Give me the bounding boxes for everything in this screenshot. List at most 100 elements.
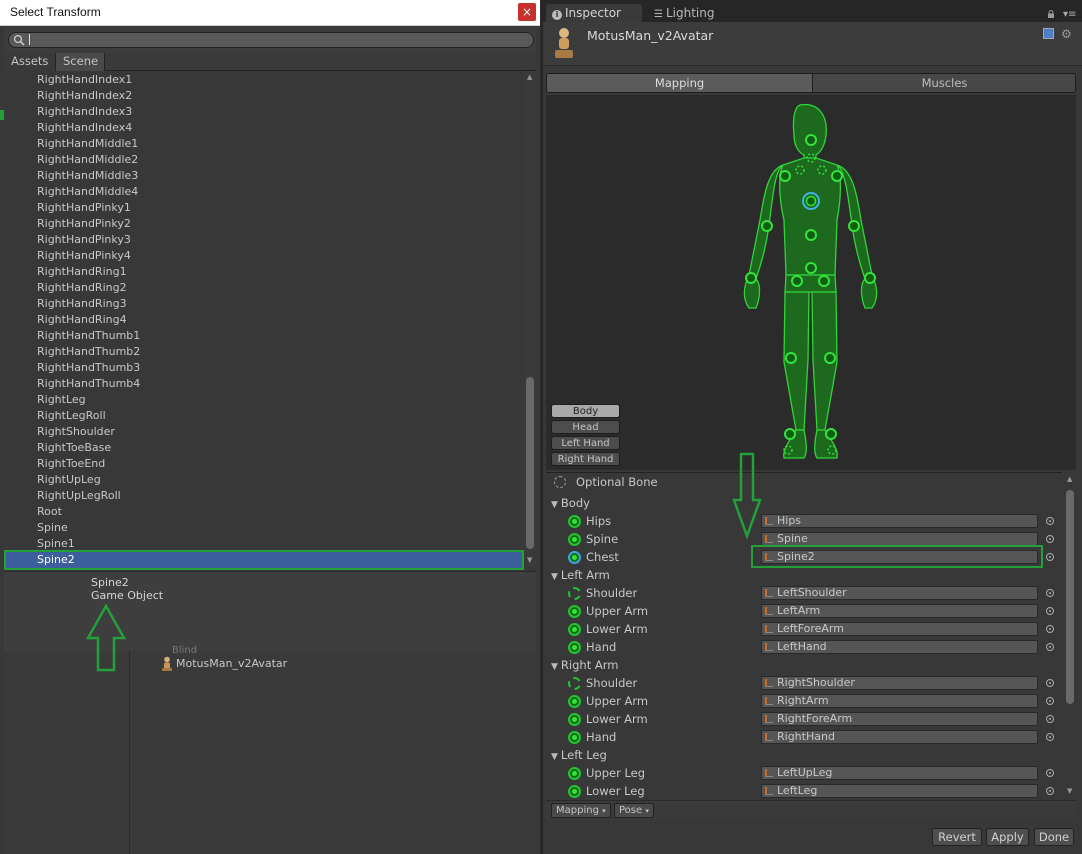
list-item[interactable]: RightHandIndex1 <box>4 72 524 88</box>
bone-status-icon[interactable] <box>568 533 581 546</box>
list-item[interactable]: RightHandMiddle1 <box>4 136 524 152</box>
object-picker-icon[interactable] <box>1046 679 1054 687</box>
bone-transform-field[interactable]: RightShoulder <box>761 676 1038 690</box>
pose-dropdown[interactable]: Pose ▾ <box>614 803 654 818</box>
bone-transform-field[interactable]: LeftLeg <box>761 784 1038 798</box>
bone-transform-field[interactable]: LeftHand <box>761 640 1038 654</box>
expand-triangle-icon[interactable]: ▼ <box>551 749 558 765</box>
object-picker-icon[interactable] <box>1046 733 1054 741</box>
bone-transform-field[interactable]: Spine <box>761 532 1038 546</box>
tab-inspector[interactable]: i Inspector <box>546 4 642 22</box>
tab-assets[interactable]: Assets <box>4 53 56 71</box>
bone-status-icon[interactable] <box>568 731 581 744</box>
view-head-button[interactable]: Head <box>551 420 620 434</box>
bone-status-icon[interactable] <box>568 587 581 600</box>
scroll-up-icon[interactable]: ▲ <box>527 74 533 81</box>
list-item[interactable]: RightHandMiddle3 <box>4 168 524 184</box>
search-input[interactable] <box>8 32 534 48</box>
scroll-down-icon[interactable]: ▼ <box>527 557 533 564</box>
list-item[interactable]: RightHandPinky1 <box>4 200 524 216</box>
section-header[interactable]: ▼ Body <box>551 495 590 511</box>
object-picker-icon[interactable] <box>1046 535 1054 543</box>
object-picker-icon[interactable] <box>1046 517 1054 525</box>
list-item[interactable]: RightToeEnd <box>4 456 524 472</box>
list-item[interactable]: RightLegRoll <box>4 408 524 424</box>
list-item[interactable]: RightHandIndex2 <box>4 88 524 104</box>
object-picker-icon[interactable] <box>1046 589 1054 597</box>
mapping-dropdown[interactable]: Mapping ▾ <box>551 803 611 818</box>
list-item[interactable]: RightHandPinky2 <box>4 216 524 232</box>
list-item[interactable]: RightHandIndex3 <box>4 104 524 120</box>
bone-status-icon[interactable] <box>568 767 581 780</box>
avatar-asset-label[interactable]: MotusMan_v2Avatar <box>176 657 287 670</box>
object-picker-icon[interactable] <box>1046 697 1054 705</box>
lock-icon[interactable] <box>1047 10 1055 18</box>
revert-button[interactable]: Revert <box>932 828 982 846</box>
segment-mapping[interactable]: Mapping <box>547 74 812 92</box>
list-scrollbar[interactable]: ▲ ▼ <box>524 71 536 567</box>
object-picker-icon[interactable] <box>1046 643 1054 651</box>
list-item[interactable]: RightHandThumb4 <box>4 376 524 392</box>
bone-transform-field[interactable]: LeftUpLeg <box>761 766 1038 780</box>
section-header[interactable]: ▼ Left Leg <box>551 747 607 763</box>
list-item[interactable]: RightHandPinky4 <box>4 248 524 264</box>
list-item[interactable]: RightHandThumb3 <box>4 360 524 376</box>
tab-lighting[interactable]: ☰ Lighting <box>648 4 720 22</box>
expand-triangle-icon[interactable]: ▼ <box>551 497 558 513</box>
list-item[interactable]: RightHandThumb1 <box>4 328 524 344</box>
list-item[interactable]: Root <box>4 504 524 520</box>
list-item[interactable]: RightHandThumb2 <box>4 344 524 360</box>
bone-status-icon[interactable] <box>568 641 581 654</box>
list-item[interactable]: RightHandPinky3 <box>4 232 524 248</box>
list-item[interactable]: RightHandRing2 <box>4 280 524 296</box>
view-body-button[interactable]: Body <box>551 404 620 418</box>
expand-triangle-icon[interactable]: ▼ <box>551 569 558 585</box>
list-item-selected[interactable]: Spine2 <box>4 550 524 570</box>
object-picker-icon[interactable] <box>1046 715 1054 723</box>
bone-status-icon[interactable] <box>568 695 581 708</box>
tab-scene[interactable]: Scene <box>55 53 105 71</box>
bone-transform-field[interactable]: RightForeArm <box>761 712 1038 726</box>
bone-transform-field[interactable]: LeftShoulder <box>761 586 1038 600</box>
bone-transform-field[interactable]: LeftForeArm <box>761 622 1038 636</box>
section-header[interactable]: ▼ Right Arm <box>551 657 618 673</box>
bone-status-icon[interactable] <box>568 605 581 618</box>
list-item[interactable]: Spine <box>4 520 524 536</box>
expand-triangle-icon[interactable]: ▼ <box>551 659 558 675</box>
list-item[interactable]: RightHandMiddle4 <box>4 184 524 200</box>
list-item[interactable]: RightUpLegRoll <box>4 488 524 504</box>
bone-status-icon[interactable] <box>568 713 581 726</box>
object-picker-icon[interactable] <box>1046 607 1054 615</box>
bone-transform-field[interactable]: Hips <box>761 514 1038 528</box>
list-item[interactable]: RightHandRing4 <box>4 312 524 328</box>
object-picker-icon[interactable] <box>1046 625 1054 633</box>
list-item[interactable]: RightToeBase <box>4 440 524 456</box>
list-item[interactable]: RightLeg <box>4 392 524 408</box>
bone-transform-field[interactable]: LeftArm <box>761 604 1038 618</box>
list-item[interactable]: RightHandRing1 <box>4 264 524 280</box>
help-book-icon[interactable] <box>1043 28 1054 39</box>
object-picker-icon[interactable] <box>1046 787 1054 795</box>
mapping-scroll-down-icon[interactable]: ▼ <box>1067 788 1073 795</box>
section-header[interactable]: ▼ Left Arm <box>551 567 610 583</box>
bone-transform-field[interactable]: RightArm <box>761 694 1038 708</box>
list-item[interactable]: RightHandRing3 <box>4 296 524 312</box>
segment-muscles[interactable]: Muscles <box>812 74 1075 92</box>
object-picker-icon[interactable] <box>1046 553 1054 561</box>
bone-status-icon[interactable] <box>568 677 581 690</box>
view-left-hand-button[interactable]: Left Hand <box>551 436 620 450</box>
mapping-scrollbar-thumb[interactable] <box>1066 490 1074 704</box>
bone-transform-field[interactable]: RightHand <box>761 730 1038 744</box>
list-item[interactable]: RightHandIndex4 <box>4 120 524 136</box>
list-item[interactable]: RightHandMiddle2 <box>4 152 524 168</box>
panel-menu-icon[interactable]: ▾≡ <box>1063 9 1076 20</box>
list-item[interactable]: RightUpLeg <box>4 472 524 488</box>
close-button[interactable]: × <box>518 3 536 21</box>
list-item[interactable]: RightShoulder <box>4 424 524 440</box>
scrollbar-thumb[interactable] <box>526 377 534 549</box>
bone-status-icon[interactable] <box>568 623 581 636</box>
bone-status-icon[interactable] <box>568 551 581 564</box>
bone-status-icon[interactable] <box>568 785 581 798</box>
mapping-scroll-up-icon[interactable]: ▲ <box>1067 476 1073 483</box>
apply-button[interactable]: Apply <box>986 828 1029 846</box>
